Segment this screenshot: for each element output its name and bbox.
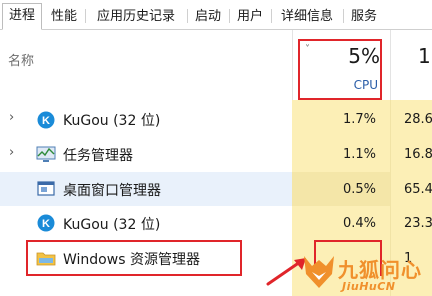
task-manager-icon xyxy=(36,145,56,163)
kugou-icon: K xyxy=(37,214,55,232)
tab-details[interactable]: 详细信息 xyxy=(272,4,342,30)
cpu-header-annotation-box xyxy=(298,39,382,100)
process-name: 桌面窗口管理器 xyxy=(63,183,161,199)
process-cpu: 1.7% xyxy=(342,112,376,127)
tab-strip: 进程 性能 应用历史记录 启动 用户 详细信息 服务 xyxy=(0,0,432,30)
tab-users[interactable]: 用户 xyxy=(230,4,270,30)
process-memory: 65.4 xyxy=(404,182,432,197)
tab-performance[interactable]: 性能 xyxy=(44,4,84,30)
process-cpu: 0.5% xyxy=(342,182,376,197)
process-cpu: 1.1% xyxy=(342,147,376,162)
tab-startup[interactable]: 启动 xyxy=(188,4,228,30)
watermark-text: 九狐问心 xyxy=(338,258,422,282)
kugou-icon: K xyxy=(37,111,55,129)
window-manager-icon xyxy=(37,181,55,199)
expand-chevron-icon[interactable]: › xyxy=(9,110,14,125)
process-memory: 28.6 xyxy=(404,112,432,127)
fox-logo-icon xyxy=(304,256,334,288)
column-divider xyxy=(390,30,391,100)
tab-app-history[interactable]: 应用历史记录 xyxy=(86,4,186,30)
svg-text:K: K xyxy=(42,115,50,127)
tab-processes[interactable]: 进程 xyxy=(2,3,42,30)
process-memory: 16.8 xyxy=(404,147,432,162)
process-name: 任务管理器 xyxy=(63,148,133,164)
tab-services[interactable]: 服务 xyxy=(344,4,384,30)
watermark-subtext: JiuHuCN xyxy=(342,280,396,293)
explorer-row-annotation-box xyxy=(26,240,242,276)
expand-chevron-icon[interactable]: › xyxy=(9,145,14,160)
memory-total-percent: 1 xyxy=(418,44,431,68)
process-memory: 23.3 xyxy=(404,216,432,231)
process-name: KuGou (32 位) xyxy=(63,113,161,129)
process-name: KuGou (32 位) xyxy=(63,217,161,233)
name-column-header[interactable]: 名称 xyxy=(8,50,34,69)
svg-text:K: K xyxy=(42,218,50,230)
process-cpu: 0.4% xyxy=(342,216,376,231)
